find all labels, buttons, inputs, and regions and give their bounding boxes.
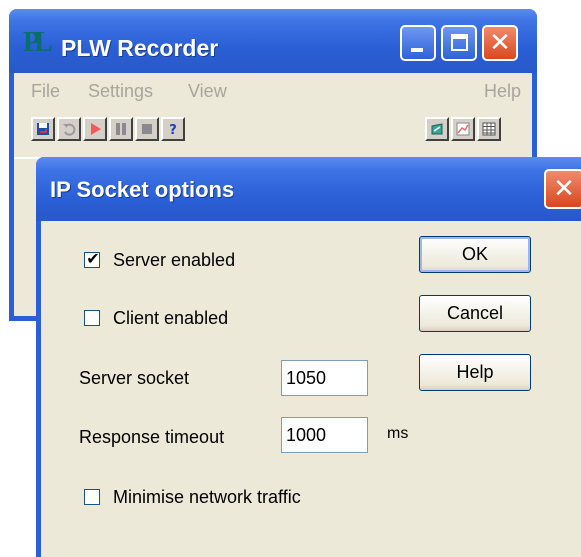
dialog-body: ✔ Server enabled Client enabled Server s… [41,221,581,557]
close-icon: ✕ [553,174,575,204]
minimise-traffic-label: Minimise network traffic [113,487,301,507]
help-toolbar-button[interactable]: ? [161,117,185,141]
response-timeout-input[interactable]: 1000 [281,417,368,453]
response-timeout-label: Response timeout [79,427,225,447]
ip-socket-options-dialog: IP Socket options ✕ ✔ Server enabled Cli… [36,157,581,557]
maximize-icon [451,34,468,51]
pause-button[interactable] [109,117,133,141]
undo-button[interactable] [57,117,81,141]
cancel-button[interactable]: Cancel [419,295,531,332]
toolbar: ? [14,117,532,157]
help-icon: ? [169,123,177,136]
save-icon [37,123,49,135]
stop-icon [142,124,152,134]
open-file-icon [431,123,443,135]
table-button[interactable] [477,117,501,141]
stop-button[interactable] [135,117,159,141]
save-button[interactable] [31,117,55,141]
pause-icon [116,123,126,135]
minimise-traffic-box[interactable] [84,489,100,505]
maximize-button[interactable] [441,25,477,61]
close-icon: ✕ [489,28,511,58]
response-timeout-unit: ms [387,425,409,442]
minimize-button[interactable] [400,25,436,61]
help-button[interactable]: Help [419,354,531,391]
menu-settings[interactable]: Settings [88,81,153,102]
main-window-title: PLW Recorder [61,35,219,61]
undo-icon [63,123,76,136]
server-enabled-box[interactable]: ✔ [84,249,100,268]
table-icon [482,122,496,136]
menu-file[interactable]: File [31,81,60,102]
dialog-title-bar[interactable]: IP Socket options ✕ [36,157,581,221]
client-enabled-label: Client enabled [113,308,229,328]
dialog-title: IP Socket options [50,177,235,202]
open-file-button[interactable] [425,117,449,141]
ok-button[interactable]: OK [419,236,531,273]
chart-button[interactable] [451,117,475,141]
chart-icon [456,122,470,136]
main-close-button[interactable]: ✕ [482,25,518,61]
menu-bar: File Settings View Help [14,73,532,107]
menu-view[interactable]: View [188,81,227,102]
server-socket-label: Server socket [79,368,190,388]
server-socket-input[interactable]: 1050 [281,360,368,396]
main-title-bar[interactable]: PL PLW Recorder ✕ [9,9,537,73]
minimize-icon [411,48,423,52]
svg-text:?: ? [169,123,177,136]
app-logo-icon: PL [23,27,53,58]
record-button[interactable] [83,117,107,141]
server-enabled-label: Server enabled [113,250,236,270]
menu-help[interactable]: Help [484,81,521,102]
dialog-close-button[interactable]: ✕ [544,169,581,209]
checkmark-icon: ✔ [86,249,100,268]
record-icon [91,123,101,135]
client-enabled-box[interactable] [84,310,100,326]
